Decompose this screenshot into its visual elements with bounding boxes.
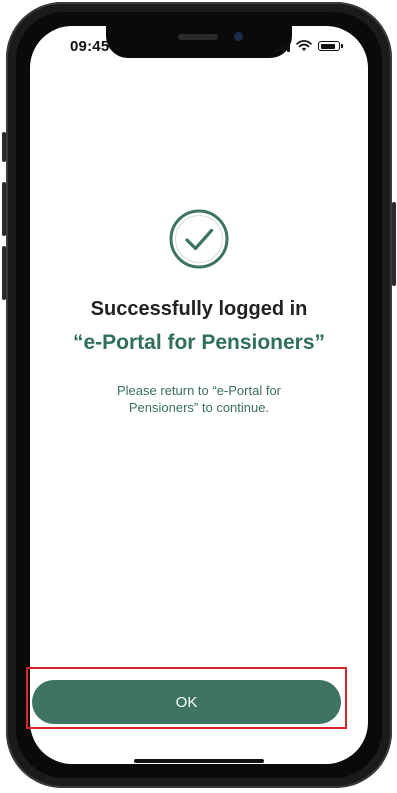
phone-bezel: 09:45 Successfully logged in “e-Portal f…	[16, 12, 382, 778]
instruction-message: Please return to “e-Portal for Pensioner…	[116, 383, 282, 415]
volume-up-button	[2, 182, 6, 236]
status-icons	[275, 40, 343, 52]
front-camera	[234, 32, 243, 41]
mute-switch	[2, 132, 6, 162]
battery-icon	[318, 41, 343, 51]
home-indicator	[133, 759, 264, 763]
notch	[106, 26, 292, 58]
status-time: 09:45	[70, 38, 110, 55]
volume-down-button	[2, 246, 6, 300]
app-screen: 09:45 Successfully logged in “e-Portal f…	[30, 26, 368, 764]
signal-icon	[275, 41, 290, 52]
check-circle-icon	[169, 209, 229, 269]
ok-button[interactable]: OK	[32, 680, 341, 724]
wifi-icon	[296, 40, 312, 51]
speaker-grille	[178, 34, 218, 40]
portal-name: “e-Portal for Pensioners”	[72, 331, 326, 354]
power-button	[392, 202, 396, 286]
page-title: Successfully logged in	[90, 298, 308, 320]
phone-mockup: 09:45 Successfully logged in “e-Portal f…	[0, 0, 397, 793]
